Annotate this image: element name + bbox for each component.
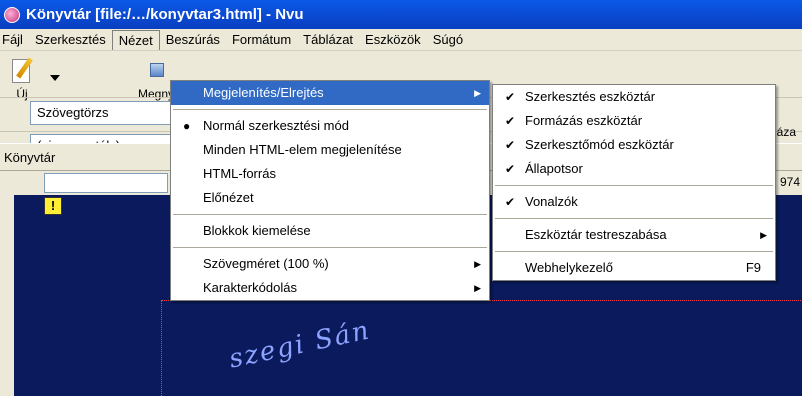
menu-edit[interactable]: Szerkesztés	[29, 30, 112, 50]
table-button-label[interactable]: láza	[774, 125, 796, 139]
menu-help[interactable]: Súgó	[427, 30, 469, 50]
check-icon: ✔	[505, 90, 516, 104]
menu-table[interactable]: Táblázat	[297, 30, 359, 50]
view-menu-preview[interactable]: Előnézet	[171, 186, 489, 210]
menu-separator	[495, 185, 773, 186]
menu-insert[interactable]: Beszúrás	[160, 30, 226, 50]
submenu-arrow-icon: ▶	[474, 259, 481, 269]
submenu-format-toolbar[interactable]: ✔ Formázás eszköztár	[493, 109, 775, 133]
view-menu-char-encoding[interactable]: Karakterkódolás ▶	[171, 276, 489, 300]
menu-tools[interactable]: Eszközök	[359, 30, 427, 50]
new-document-icon	[8, 55, 36, 85]
warning-icon[interactable]: !	[44, 197, 62, 215]
submenu-arrow-icon: ▶	[760, 230, 767, 240]
new-button[interactable]: Új	[8, 55, 36, 101]
title-bar: Könyvtár [file:/…/konyvtar3.html] - Nvu	[0, 0, 802, 29]
view-menu-highlight-blocks[interactable]: Blokkok kiemelése	[171, 219, 489, 243]
open-button-label: Megny	[138, 87, 175, 101]
submenu-statusbar[interactable]: ✔ Állapotsor	[493, 157, 775, 181]
menu-separator	[173, 109, 487, 110]
window-title: Könyvtár [file:/…/konyvtar3.html] - Nvu	[26, 6, 304, 23]
open-button[interactable]: Megny	[118, 55, 174, 101]
menu-separator	[495, 251, 773, 252]
submenu-site-manager[interactable]: Webhelykezelő F9	[493, 256, 775, 280]
radio-bullet-icon: ●	[183, 119, 191, 133]
menu-bar: Fájl Szerkesztés Nézet Beszúrás Formátum…	[0, 29, 802, 51]
submenu-arrow-icon: ▶	[474, 88, 481, 98]
show-hide-submenu: ✔ Szerkesztés eszköztár ✔ Formázás eszkö…	[492, 84, 776, 281]
open-icon	[132, 55, 165, 85]
new-dropdown-arrow-icon[interactable]	[50, 75, 60, 81]
check-icon: ✔	[505, 162, 516, 176]
menu-separator	[173, 214, 487, 215]
menu-separator	[173, 247, 487, 248]
view-menu-show-all-tags[interactable]: Minden HTML-elem megjelenítése	[171, 138, 489, 162]
submenu-rulers[interactable]: ✔ Vonalzók	[493, 190, 775, 214]
check-icon: ✔	[505, 195, 516, 209]
submenu-editmode-toolbar[interactable]: ✔ Szerkesztőmód eszköztár	[493, 133, 775, 157]
submenu-customize-toolbar[interactable]: Eszköztár testreszabása ▶	[493, 223, 775, 247]
view-menu-normal-mode[interactable]: ● Normál szerkesztési mód	[171, 114, 489, 138]
right-number: 974	[780, 175, 801, 189]
menu-view[interactable]: Nézet	[111, 29, 160, 50]
submenu-arrow-icon: ▶	[474, 283, 481, 293]
menu-separator	[495, 218, 773, 219]
submenu-edit-toolbar[interactable]: ✔ Szerkesztés eszköztár	[493, 85, 775, 109]
new-button-label: Új	[16, 87, 28, 101]
check-icon: ✔	[505, 114, 516, 128]
check-icon: ✔	[505, 138, 516, 152]
view-menu-show-hide[interactable]: Megjelenítés/Elrejtés ▶	[171, 81, 489, 105]
address-input[interactable]	[44, 173, 168, 193]
sidebar-tab-label[interactable]: Könyvtár	[4, 150, 55, 165]
view-menu-text-size[interactable]: Szövegméret (100 %) ▶	[171, 252, 489, 276]
nvu-app-icon	[4, 6, 20, 23]
paragraph-format-select[interactable]: Szövegtörzs	[30, 101, 180, 125]
editor-left-gutter	[0, 195, 14, 396]
paragraph-format-value: Szövegtörzs	[37, 105, 109, 120]
view-menu-html-source[interactable]: HTML-forrás	[171, 162, 489, 186]
view-menu-dropdown: Megjelenítés/Elrejtés ▶ ● Normál szerkes…	[170, 80, 490, 301]
menu-file[interactable]: Fájl	[0, 30, 29, 50]
shortcut-label: F9	[745, 260, 761, 275]
menu-format[interactable]: Formátum	[226, 30, 297, 50]
